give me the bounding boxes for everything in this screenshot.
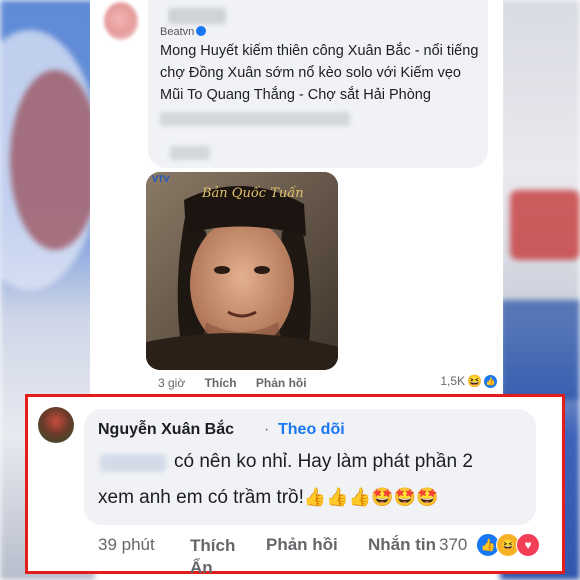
comment-text: Mong Huyết kiếm thiên công Xuân Bắc - nổ… — [160, 43, 479, 103]
blurred-name — [168, 8, 226, 24]
reply-text-line2-label: xem anh em có trầm trồ! — [98, 487, 304, 508]
blurred-text-line — [170, 146, 210, 160]
reaction-count: 1,5K — [440, 374, 466, 388]
headband-text: Bản Quốc Tuấn — [202, 186, 304, 201]
tv-logo: VTV — [152, 174, 170, 184]
love-icon: ♥ — [516, 533, 540, 557]
reply-author[interactable]: Nguyễn Xuân Bắc — [98, 421, 234, 439]
actor-portrait — [146, 172, 338, 370]
follow-button[interactable]: Theo dõi — [278, 421, 345, 439]
like-button[interactable]: Thích — [205, 376, 237, 390]
reply-text-line1: có nên ko nhỉ. Hay làm phát phần 2 — [174, 451, 473, 472]
highlighted-reply: Nguyễn Xuân Bắc · Theo dõi có nên ko nhỉ… — [25, 394, 565, 577]
reply-reply-button[interactable]: Phản hồi — [266, 535, 338, 555]
reply-reaction-icons[interactable]: 👍 😆 ♥ — [476, 533, 540, 557]
page-name-label: Beatvn — [160, 26, 195, 38]
reaction-summary[interactable]: 1,5K 😆 👍 — [440, 374, 497, 388]
haha-icon: 😆 — [467, 374, 482, 388]
reply-avatar[interactable] — [38, 407, 74, 443]
comment-bubble: Beatvn Mong Huyết kiếm thiên công Xuân B… — [148, 0, 488, 168]
reply-time[interactable]: 39 phút — [98, 535, 155, 555]
reply-button[interactable]: Phản hồi — [256, 376, 307, 390]
reply-text-line2: xem anh em có trầm trồ!👍👍👍🤩🤩🤩 — [98, 487, 438, 509]
verified-icon — [196, 26, 207, 36]
reply-message-button[interactable]: Nhắn tin — [368, 535, 436, 555]
blurred-mention[interactable] — [100, 454, 166, 472]
reply-reaction-count[interactable]: 370 — [439, 535, 467, 555]
reply-like-button[interactable]: Thích Ẩn — [190, 535, 246, 579]
reply-emojis: 👍👍👍🤩🤩🤩 — [303, 487, 439, 507]
comment-time[interactable]: 3 giờ — [158, 376, 185, 390]
reply-bubble: Nguyễn Xuân Bắc · Theo dõi có nên ko nhỉ… — [84, 409, 536, 525]
commenter-avatar[interactable] — [104, 2, 138, 40]
page-name[interactable]: Beatvn — [160, 26, 207, 38]
comment-photo[interactable]: VTV Bản Quốc Tuấn — [146, 172, 338, 370]
post-screenshot: Beatvn Mong Huyết kiếm thiên công Xuân B… — [90, 0, 503, 398]
comment-actions: 3 giờ Thích Phản hồi — [158, 376, 323, 390]
like-icon: 👍 — [484, 374, 497, 388]
blurred-text-line — [160, 112, 350, 126]
separator: · — [264, 421, 270, 438]
